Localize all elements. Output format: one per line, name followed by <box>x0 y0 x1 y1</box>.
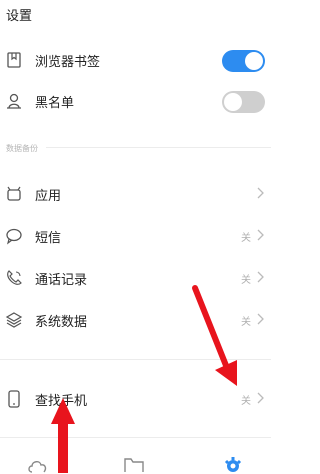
chevron-right-icon <box>255 270 265 284</box>
message-icon <box>4 226 24 246</box>
phone-device-icon <box>4 389 24 409</box>
backup-item-messages[interactable]: 短信 关 <box>0 216 271 256</box>
app-icon <box>4 184 24 204</box>
layers-icon <box>4 310 24 330</box>
annotation-arrow-down <box>192 285 237 386</box>
gear-icon[interactable] <box>221 454 245 474</box>
backup-item-label: 系统数据 <box>35 315 88 330</box>
chevron-right-icon <box>255 312 265 326</box>
person-icon <box>4 91 24 111</box>
find-phone-status: 关 <box>241 396 251 407</box>
chevron-right-icon <box>255 228 265 242</box>
chevron-right-icon <box>255 391 265 405</box>
annotation-arrow-up <box>51 398 75 473</box>
backup-item-label: 短信 <box>35 231 62 246</box>
bookmark-sync-label: 浏览器书签 <box>35 55 101 70</box>
backup-item-status: 关 <box>241 233 251 244</box>
bottom-tab-bar <box>0 452 271 473</box>
phone-icon <box>4 268 24 288</box>
tabbar-divider <box>0 437 271 438</box>
bookmark-sync-row[interactable]: 浏览器书签 <box>0 40 271 80</box>
blacklist-toggle[interactable] <box>222 91 265 113</box>
bookmark-sync-toggle[interactable] <box>222 50 265 72</box>
backup-item-label: 应用 <box>35 189 62 204</box>
backup-item-apps[interactable]: 应用 <box>0 174 271 214</box>
section-divider <box>46 147 271 148</box>
toggle-knob <box>245 52 263 70</box>
section-header: 数据备份 <box>6 144 38 153</box>
backup-item-label: 通话记录 <box>35 273 88 288</box>
bookmark-icon <box>4 50 24 70</box>
blacklist-row[interactable]: 黑名单 <box>0 81 271 121</box>
blacklist-label: 黑名单 <box>35 96 75 111</box>
toggle-knob <box>224 93 242 111</box>
chevron-right-icon <box>255 186 265 200</box>
folder-icon[interactable] <box>122 454 146 474</box>
page-title: 设置 <box>6 9 33 24</box>
